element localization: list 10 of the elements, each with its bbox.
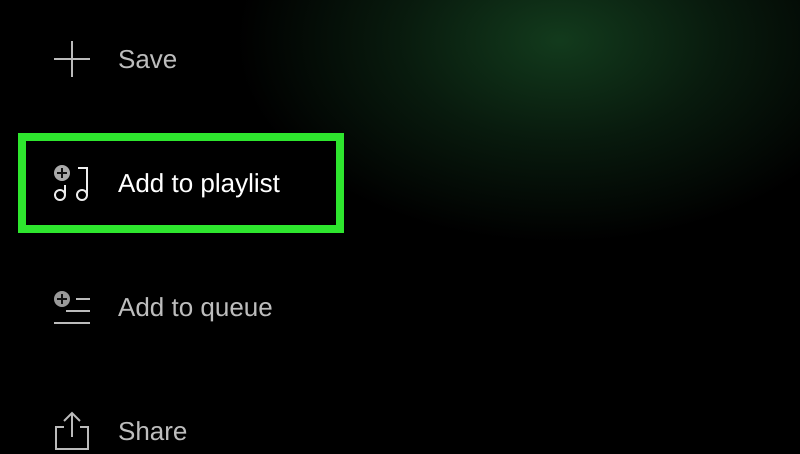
plus-icon bbox=[52, 39, 92, 79]
menu-label: Save bbox=[118, 44, 178, 74]
menu-label: Add to queue bbox=[118, 292, 273, 322]
menu-item[interactable]: Share bbox=[18, 381, 344, 454]
menu-label: Share bbox=[118, 416, 188, 446]
menu-item[interactable]: Save bbox=[18, 9, 344, 109]
menu-item[interactable]: Add to queue bbox=[18, 257, 344, 357]
menu-label: Add to playlist bbox=[118, 168, 280, 198]
menu-item[interactable]: Add to playlist bbox=[18, 133, 344, 233]
share-icon bbox=[52, 411, 92, 451]
